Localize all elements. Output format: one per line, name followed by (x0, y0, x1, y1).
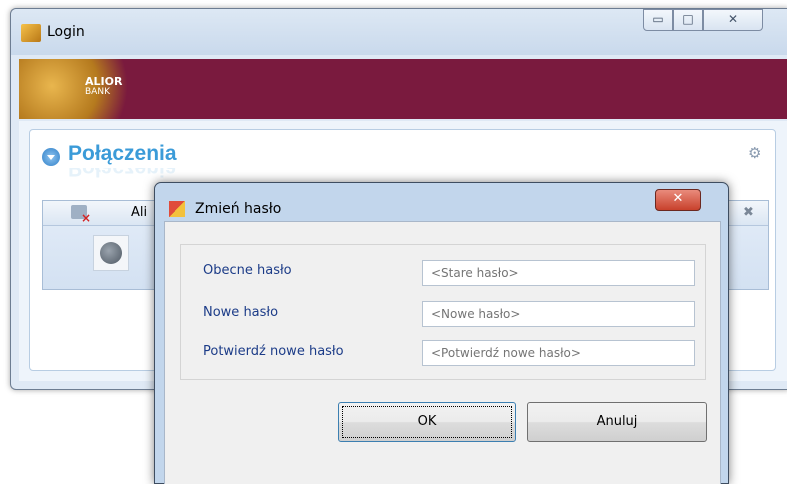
dialog-title: Zmień hasło (195, 201, 282, 217)
logo-line2: BANK (85, 87, 110, 97)
bank-logo: ALIOR BANK (19, 59, 129, 119)
connection-name: Ali (131, 205, 148, 220)
new-password-field[interactable] (422, 301, 695, 327)
ok-button[interactable]: OK (338, 402, 516, 442)
current-password-label: Obecne hasło (203, 263, 292, 278)
minimize-button[interactable]: ▭ (643, 9, 673, 31)
dialog-close-button[interactable]: ✕ (655, 189, 701, 211)
logo-line1: ALIOR (85, 75, 123, 88)
dialog-app-icon (169, 201, 185, 217)
globe-icon[interactable] (93, 235, 129, 271)
logo-text: ALIOR BANK (85, 75, 123, 97)
new-password-label: Nowe hasło (203, 305, 279, 320)
close-icon: ✕ (727, 12, 739, 26)
settings-gear-icon[interactable]: ⚙ (748, 144, 761, 162)
app-icon (21, 24, 41, 42)
close-button[interactable]: ✕ (703, 9, 763, 31)
section-title-reflection: Połączenia (68, 168, 177, 180)
collapse-chevron-icon[interactable] (42, 148, 60, 166)
window-title: Login (47, 24, 85, 40)
confirm-password-label: Potwierdź nowe hasło (203, 344, 344, 359)
change-password-dialog: Zmień hasło ✕ Obecne hasło Nowe hasło Po… (154, 182, 729, 484)
cancel-button[interactable]: Anuluj (527, 402, 707, 442)
remove-connection-icon[interactable]: ✖ (743, 205, 754, 220)
window-controls: ▭ □ ✕ (643, 9, 763, 33)
disconnected-icon (71, 205, 91, 225)
bank-banner: ALIOR BANK (19, 59, 787, 119)
dialog-body: Obecne hasło Nowe hasło Potwierdź nowe h… (164, 221, 721, 484)
section-title: Połączenia (68, 142, 177, 165)
confirm-password-field[interactable] (422, 340, 695, 366)
dialog-close-icon: ✕ (672, 191, 684, 206)
maximize-button[interactable]: □ (673, 9, 703, 31)
title-bar[interactable]: Login ▭ □ ✕ (11, 9, 787, 55)
minimize-icon: ▭ (652, 12, 664, 26)
current-password-field[interactable] (422, 260, 695, 286)
password-form: Obecne hasło Nowe hasło Potwierdź nowe h… (180, 244, 706, 380)
maximize-icon: □ (682, 12, 694, 26)
